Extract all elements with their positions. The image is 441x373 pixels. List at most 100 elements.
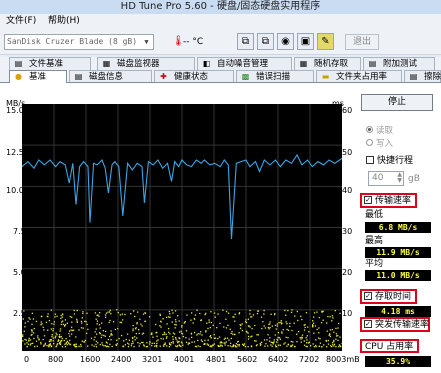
- access-time-point: [57, 339, 60, 341]
- access-time-point: [234, 333, 236, 336]
- access-time-point: [140, 323, 142, 325]
- access-time-point: [287, 309, 289, 312]
- access-time-checkbox[interactable]: ✓ 存取时间: [364, 291, 411, 303]
- access-time-point: [100, 336, 103, 339]
- access-time-point: [175, 338, 177, 340]
- radio-read[interactable]: 读取: [366, 126, 393, 136]
- access-time-point: [98, 312, 101, 314]
- exit-button[interactable]: 退出: [345, 34, 379, 50]
- short-stroke-checkbox[interactable]: 快捷行程: [366, 155, 414, 167]
- save-icon[interactable]: ▣: [297, 33, 314, 50]
- access-time-point: [229, 328, 231, 330]
- access-time-point: [60, 314, 62, 317]
- access-time-point: [24, 338, 26, 341]
- access-time-point: [274, 312, 276, 315]
- access-time-point: [68, 342, 70, 345]
- access-time-point: [312, 316, 315, 318]
- access-time-point: [318, 345, 321, 348]
- access-time-point: [263, 313, 265, 315]
- access-time-point: [318, 332, 320, 334]
- access-time-point: [224, 342, 226, 344]
- access-time-point: [196, 309, 198, 311]
- radio-write[interactable]: 写入: [366, 139, 393, 149]
- device-select[interactable]: SanDisk Cruzer Blade (8 gB) ▼: [4, 34, 154, 50]
- access-time-point: [244, 345, 247, 348]
- access-time-point: [85, 321, 87, 323]
- menu-help[interactable]: 帮助(H): [48, 14, 80, 28]
- access-time-point: [59, 343, 62, 345]
- max-value: 11.9 MB/s: [365, 247, 431, 258]
- access-time-point: [207, 327, 209, 330]
- access-time-point: [115, 344, 117, 346]
- access-time-point: [107, 338, 110, 341]
- access-time-point: [54, 313, 57, 315]
- right-tick: 40: [342, 186, 353, 195]
- access-time-point: [303, 324, 305, 326]
- access-time-point: [333, 331, 335, 333]
- tab-noise-management[interactable]: ◧ 自动噪音管理: [197, 57, 292, 70]
- access-time-point: [99, 343, 101, 346]
- tab-disk-monitor[interactable]: ▦ 磁盘监视器: [97, 57, 195, 70]
- access-time-point: [287, 329, 290, 331]
- options-icon[interactable]: ✎: [317, 33, 334, 50]
- short-stroke-input[interactable]: 40 ▲ ▼: [368, 171, 404, 186]
- spin-arrows-icon[interactable]: ▲ ▼: [397, 172, 402, 184]
- access-time-point: [81, 317, 84, 319]
- access-time-point: [120, 334, 123, 337]
- access-time-point: [130, 313, 132, 315]
- access-time-point: [70, 329, 72, 331]
- access-time-point: [185, 330, 188, 332]
- access-time-point: [25, 339, 28, 341]
- stop-button[interactable]: 停止: [361, 94, 433, 111]
- burst-rate-checkbox[interactable]: ✓ 突发传输速率: [364, 319, 429, 331]
- tab-benchmark[interactable]: ● 基准: [9, 70, 67, 83]
- access-time-point: [331, 320, 333, 322]
- access-time-point: [105, 330, 107, 333]
- copy-icon[interactable]: ⧉: [237, 33, 254, 50]
- short-stroke-value: 40: [372, 173, 384, 183]
- access-time-point: [74, 345, 76, 347]
- access-time-point: [24, 326, 26, 328]
- access-time-point: [318, 327, 320, 329]
- tab-label: 附加测试: [383, 59, 418, 69]
- access-time-point: [148, 316, 151, 318]
- tab-extra-tests[interactable]: ▤ 附加测试: [363, 57, 435, 70]
- menu-file[interactable]: 文件(F): [6, 14, 36, 28]
- access-time-point: [327, 343, 330, 345]
- access-time-point: [220, 344, 222, 346]
- access-time-point: [162, 334, 164, 336]
- access-time-point: [200, 339, 203, 341]
- device-name: SanDisk Cruzer Blade (8 gB): [7, 37, 138, 46]
- min-label: 最低: [365, 210, 384, 220]
- access-time-point: [142, 332, 145, 334]
- right-tick: 30: [342, 227, 353, 236]
- transfer-rate-checkbox[interactable]: ✓ 传输速率: [364, 195, 411, 207]
- access-time-point: [272, 341, 274, 344]
- tab-file-benchmark[interactable]: ▤ 文件基准: [9, 57, 91, 70]
- access-time-point: [80, 343, 82, 346]
- access-time-point: [134, 336, 136, 338]
- access-time-point: [174, 319, 177, 321]
- access-time-point: [156, 342, 158, 344]
- copy-all-icon[interactable]: ⧉: [257, 33, 274, 50]
- access-time-point: [168, 316, 170, 318]
- access-time-point: [247, 318, 250, 320]
- access-time-point: [255, 340, 257, 342]
- access-time-point: [227, 312, 230, 314]
- screenshot-icon[interactable]: ◉: [277, 33, 294, 50]
- access-time-point: [45, 321, 48, 324]
- access-time-point: [162, 318, 164, 320]
- access-time-point: [289, 322, 291, 325]
- access-time-point: [54, 316, 56, 318]
- access-time-point: [172, 338, 174, 340]
- access-time-point: [59, 341, 62, 343]
- access-time-point: [42, 338, 44, 341]
- access-time-point: [162, 338, 164, 340]
- access-time-point: [232, 344, 235, 346]
- access-time-point: [68, 335, 71, 337]
- tab-random-access[interactable]: ▦ 随机存取: [294, 57, 361, 70]
- access-time-point: [331, 342, 334, 344]
- chevron-down-icon[interactable]: ▼: [141, 36, 152, 48]
- access-time-point: [171, 309, 173, 311]
- checkbox-label: 快捷行程: [377, 156, 414, 166]
